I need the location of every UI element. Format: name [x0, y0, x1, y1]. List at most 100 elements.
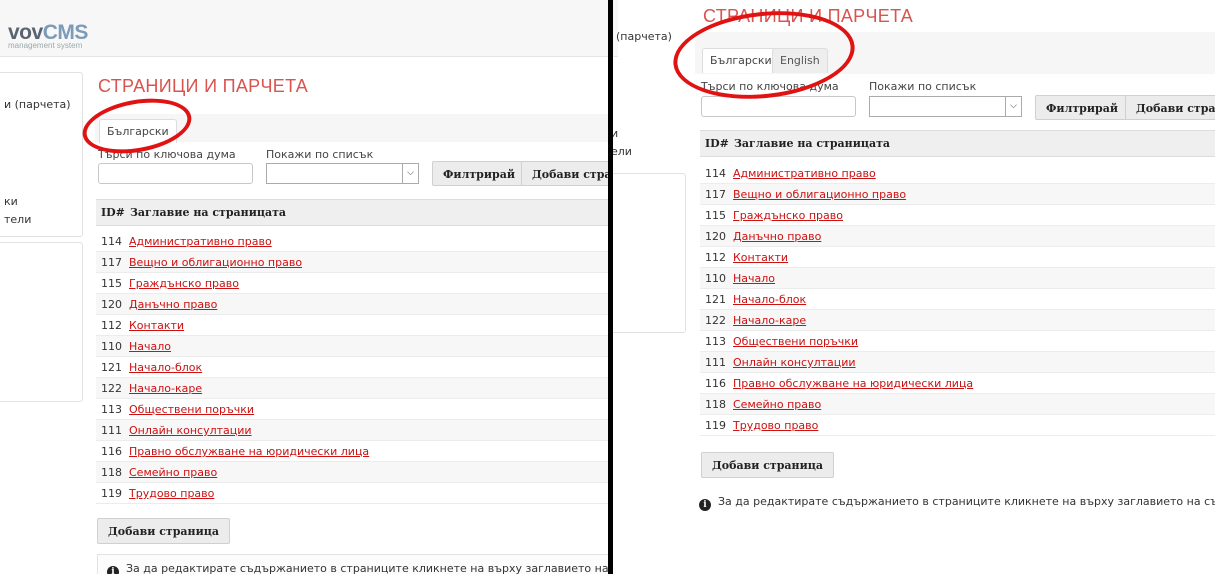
table-row: 122 Начало-каре — [96, 378, 608, 399]
keyword-search-input[interactable] — [701, 96, 856, 117]
table-row: 115 Граждънско право — [700, 205, 1215, 226]
table-row: 110 Начало — [700, 268, 1215, 289]
table-row: 114 Административно право — [96, 231, 608, 252]
page-title-link[interactable]: Правно обслужване на юридически лица — [129, 445, 369, 458]
page-title-link[interactable]: Онлайн консултации — [129, 424, 252, 437]
row-id: 111 — [101, 424, 122, 437]
right-screenshot-pane: (парчета) и ели СТРАНИЦИ И ПАРЧЕТА Бълга… — [613, 0, 1215, 574]
row-id: 120 — [101, 298, 122, 311]
page-title-link[interactable]: Правно обслужване на юридически лица — [733, 377, 973, 390]
page-title-link[interactable]: Семейно право — [129, 466, 217, 479]
page-title-link[interactable]: Начало-блок — [129, 361, 202, 374]
table-header: ID# Заглавие на страницата — [96, 199, 608, 226]
table-row: 114 Административно право — [700, 163, 1215, 184]
row-id: 112 — [705, 251, 726, 264]
page-title-link[interactable]: Административно право — [129, 235, 272, 248]
column-header-title[interactable]: Заглавие на страницата — [734, 137, 890, 150]
page-title-link[interactable]: Начало — [733, 272, 775, 285]
row-id: 112 — [101, 319, 122, 332]
table-header: ID# Заглавие на страницата — [700, 130, 1215, 157]
page-title-link[interactable]: Контакти — [733, 251, 788, 264]
sidebar-item-pages[interactable]: (парчета) — [616, 30, 672, 43]
row-id: 121 — [101, 361, 122, 374]
table-row: 122 Начало-каре — [700, 310, 1215, 331]
tab-english[interactable]: English — [772, 48, 828, 73]
row-id: 119 — [705, 419, 726, 432]
list-filter-select[interactable]: ⌵ — [869, 96, 1022, 117]
row-id: 122 — [101, 382, 122, 395]
filter-button[interactable]: Филтрирай — [432, 161, 526, 186]
page-title-link[interactable]: Граждънско право — [733, 209, 843, 222]
keyword-search-label: Търси по ключова дума — [98, 148, 236, 161]
keyword-search-input[interactable] — [98, 163, 253, 184]
page-title-link[interactable]: Начало-каре — [733, 314, 806, 327]
sidebar-item-partial-2[interactable]: ели — [613, 145, 632, 158]
row-id: 121 — [705, 293, 726, 306]
add-page-button-top[interactable]: Добави страница — [521, 161, 608, 186]
row-id: 110 — [705, 272, 726, 285]
table-row: 119 Трудово право — [700, 415, 1215, 436]
table-row: 120 Данъчно право — [96, 294, 608, 315]
page-title-link[interactable]: Вещно и облигационно право — [733, 188, 906, 201]
sidebar-secondary-box — [0, 242, 83, 402]
sidebar-item-partial-1[interactable]: и — [613, 127, 618, 140]
sidebar-item-pages[interactable]: и (парчета) — [4, 98, 71, 111]
table-row: 110 Начало — [96, 336, 608, 357]
row-id: 115 — [101, 277, 122, 290]
add-page-button-bottom[interactable]: Добави страница — [97, 518, 231, 544]
add-page-button-bottom[interactable]: Добави страница — [701, 452, 835, 478]
tab-bulgarian[interactable]: Български — [702, 48, 780, 73]
page-title-link[interactable]: Административно право — [733, 167, 876, 180]
page-title-link[interactable]: Контакти — [129, 319, 184, 332]
page-title-link[interactable]: Начало-блок — [733, 293, 806, 306]
table-row: 112 Контакти — [700, 247, 1215, 268]
keyword-search-label: Търси по ключова дума — [701, 80, 839, 93]
column-header-id: ID# — [705, 137, 729, 150]
page-title: СТРАНИЦИ И ПАРЧЕТА — [703, 6, 914, 26]
row-id: 117 — [101, 256, 122, 269]
page-title-link[interactable]: Обществени поръчки — [733, 335, 858, 348]
table-row: 121 Начало-блок — [700, 289, 1215, 310]
info-message: i За да редактирате съдържанието в страни… — [107, 562, 608, 574]
table-row: 117 Вещно и облигационно право — [700, 184, 1215, 205]
page-title-link[interactable]: Трудово право — [733, 419, 818, 432]
tab-bulgarian[interactable]: Български — [99, 119, 177, 143]
table-row: 111 Онлайн консултации — [700, 352, 1215, 373]
filter-button[interactable]: Филтрирай — [1035, 95, 1129, 120]
row-id: 118 — [101, 466, 122, 479]
page-title-link[interactable]: Начало-каре — [129, 382, 202, 395]
top-header-bar-fragment — [613, 0, 618, 57]
page-title-link[interactable]: Семейно право — [733, 398, 821, 411]
row-id: 116 — [101, 445, 122, 458]
info-text: За да редактирате съдържанието в страниц… — [126, 562, 608, 574]
table-row: 116 Правно обслужване на юридически лица — [96, 441, 608, 462]
sidebar-item-partial-1[interactable]: ки — [4, 195, 18, 208]
table-row: 116 Правно обслужване на юридически лица — [700, 373, 1215, 394]
row-id: 115 — [705, 209, 726, 222]
table-row: 117 Вещно и облигационно право — [96, 252, 608, 273]
row-id: 116 — [705, 377, 726, 390]
top-header-bar — [0, 0, 608, 57]
row-id: 110 — [101, 340, 122, 353]
table-row: 113 Обществени поръчки — [96, 399, 608, 420]
page-title-link[interactable]: Данъчно право — [733, 230, 821, 243]
info-icon: i — [699, 499, 711, 511]
add-page-button-top[interactable]: Добави страница — [1125, 95, 1215, 120]
list-filter-label: Покажи по списък — [869, 80, 977, 93]
row-id: 117 — [705, 188, 726, 201]
page-title-link[interactable]: Обществени поръчки — [129, 403, 254, 416]
page-title-link[interactable]: Граждънско право — [129, 277, 239, 290]
page-title-link[interactable]: Начало — [129, 340, 171, 353]
list-filter-select[interactable]: ⌵ — [266, 163, 419, 184]
table-row: 118 Семейно право — [96, 462, 608, 483]
row-id: 122 — [705, 314, 726, 327]
row-id: 119 — [101, 487, 122, 500]
column-header-title[interactable]: Заглавие на страницата — [130, 206, 286, 219]
page-title-link[interactable]: Онлайн консултации — [733, 356, 856, 369]
sidebar-item-partial-2[interactable]: тели — [4, 213, 31, 226]
page-title-link[interactable]: Трудово право — [129, 487, 214, 500]
page-title-link[interactable]: Данъчно право — [129, 298, 217, 311]
page-title-link[interactable]: Вещно и облигационно право — [129, 256, 302, 269]
row-id: 113 — [705, 335, 726, 348]
table-row: 121 Начало-блок — [96, 357, 608, 378]
